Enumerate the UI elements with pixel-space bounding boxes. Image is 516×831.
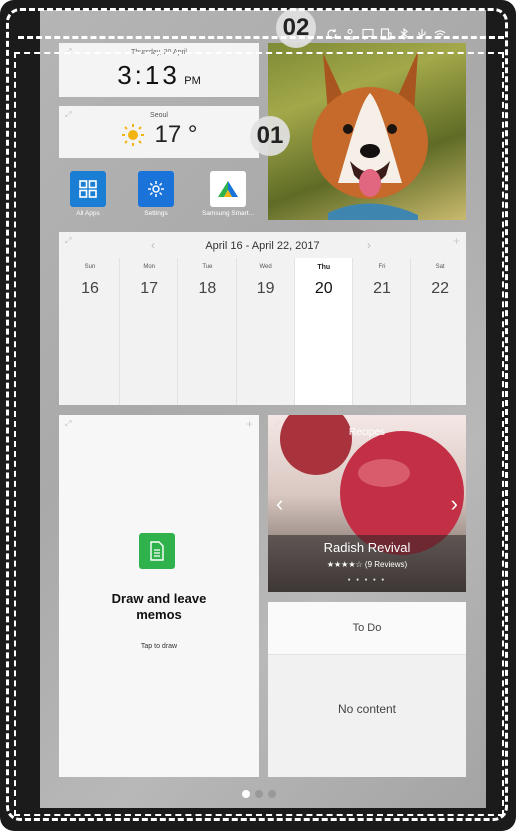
- calendar-day-date: 19: [256, 280, 275, 297]
- calendar-day-name: Thu: [317, 264, 331, 271]
- annotation-main-area: [14, 52, 504, 816]
- calendar-day-name: Fri: [378, 264, 386, 270]
- calendar-day-date: 21: [373, 280, 391, 297]
- calendar-day-name: Sat: [435, 264, 445, 270]
- calendar-day-name: Mon: [143, 264, 156, 270]
- device-frame: ⤢ Thursday, 20 April 3:13 PM ⤢ Seoul 17 …: [0, 0, 516, 831]
- calendar-day-fri[interactable]: Fri 21: [352, 258, 411, 405]
- calendar-day-date: 22: [431, 280, 450, 297]
- calendar-day-name: Wed: [259, 264, 272, 270]
- calendar-day-date: 20: [314, 280, 333, 297]
- calendar-day-mon[interactable]: Mon 17: [119, 258, 178, 405]
- calendar-day-date: 17: [140, 280, 159, 297]
- calendar-day-tue[interactable]: Tue 18: [177, 258, 236, 405]
- calendar-day-date: 16: [81, 280, 99, 297]
- calendar-day-name: Tue: [202, 264, 213, 270]
- calendar-day-thu[interactable]: Thu 20: [293, 258, 353, 405]
- calendar-day-date: 18: [198, 280, 217, 297]
- calendar-day-name: Sun: [84, 264, 96, 270]
- annotation-status-divider: [18, 36, 504, 39]
- calendar-day-sat[interactable]: Sat 22: [410, 258, 469, 405]
- calendar-day-sun[interactable]: Sun 16: [61, 258, 119, 405]
- calendar-day-wed[interactable]: Wed 19: [235, 258, 295, 405]
